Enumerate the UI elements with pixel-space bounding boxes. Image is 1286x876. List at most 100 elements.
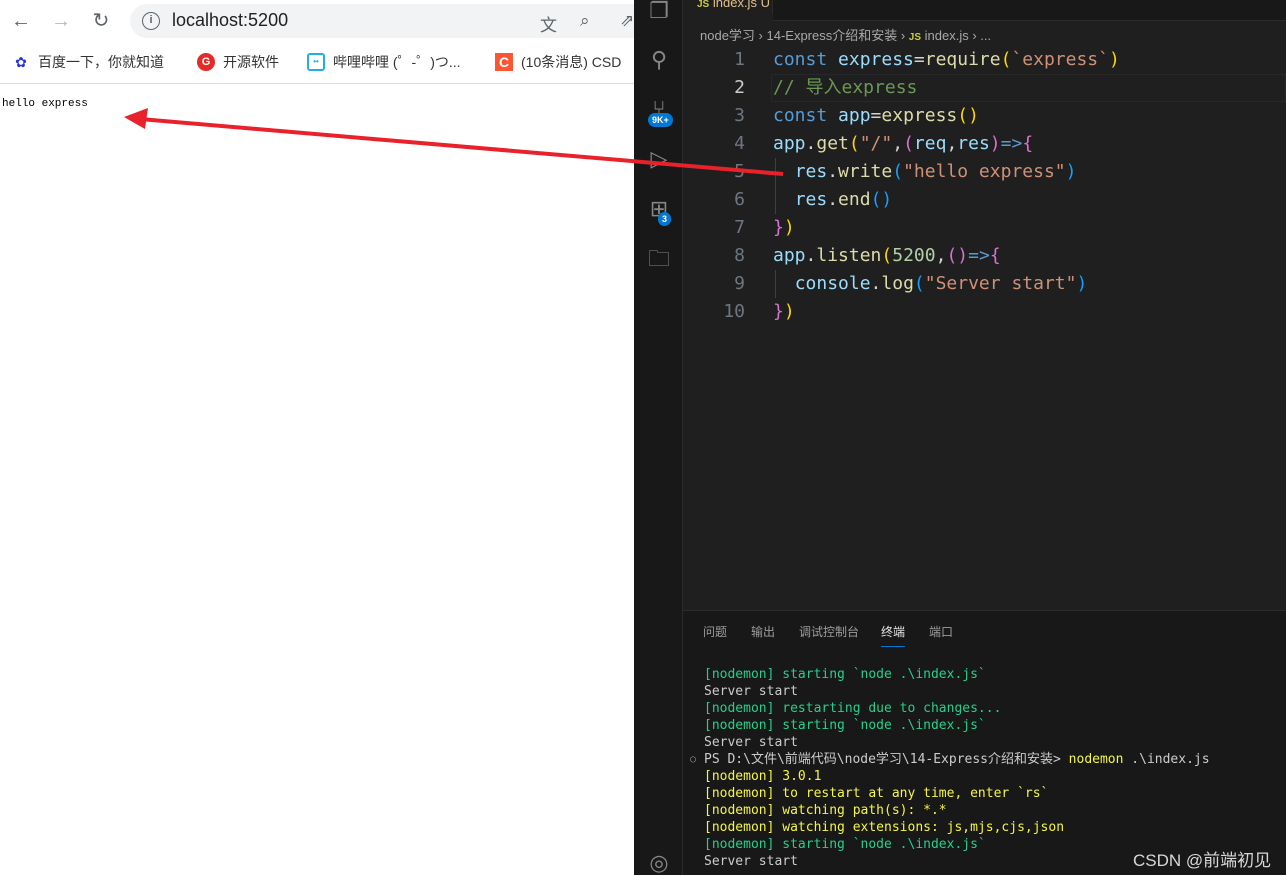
watermark: CSDN @前端初见: [1133, 851, 1272, 870]
code-token: .: [805, 133, 817, 154]
bookmark-oschina[interactable]: G 开源软件: [197, 52, 279, 72]
code-line[interactable]: 9 console.log("Server start"): [683, 270, 1286, 298]
indent-guide: [775, 270, 776, 298]
translate-icon[interactable]: 文: [540, 11, 557, 36]
code-token: (): [946, 245, 969, 266]
line-number: 1: [734, 49, 745, 70]
panel-tab[interactable]: 终端: [881, 623, 906, 647]
code-token: ): [989, 133, 1001, 154]
code-line[interactable]: 3 const app=express(): [683, 102, 1286, 130]
code-token: express: [838, 49, 914, 70]
terminal-output[interactable]: [nodemon] starting `node .\index.js` Serv…: [690, 666, 1210, 870]
vscode-window: ❐ ⚲ ⑂ 9K+ ▷ ⊞ 3 🗀 ◎ JS index.js U node学习…: [634, 0, 1286, 875]
terminal-line: [nodemon] 3.0.1: [704, 768, 1210, 785]
code-line[interactable]: 6 res.end(): [683, 186, 1286, 214]
reload-button[interactable]: ↻: [88, 8, 114, 34]
code-token: end: [838, 189, 871, 210]
terminal-line: [nodemon] watching path(s): *.*: [704, 802, 1210, 819]
terminal-text: [nodemon] watching path(s): *.*: [704, 803, 947, 818]
terminal-line: [nodemon] to restart at any time, enter …: [704, 785, 1210, 802]
code-token: ,: [946, 133, 958, 154]
js-file-icon: JS: [697, 0, 710, 10]
bottom-panel: 问题 输出 调试控制台 终端 端口 [nodemon] starting `node .…: [683, 610, 1286, 875]
code-token: res: [794, 161, 828, 182]
panel-tab[interactable]: 输出: [751, 623, 775, 640]
code-text: console.log("Server start"): [773, 270, 1088, 298]
share-icon[interactable]: ⇗: [620, 11, 634, 31]
code-editor[interactable]: 1 const express=require(`express`) 2 // 导入e…: [683, 46, 1286, 326]
code-token: express: [881, 105, 958, 126]
code-line[interactable]: 8 app.listen(5200,()=>{: [683, 242, 1286, 270]
code-token: "hello express": [903, 161, 1066, 182]
terminal-line: Server start: [704, 683, 1210, 700]
back-button[interactable]: ←: [8, 8, 34, 34]
forward-button[interactable]: →: [48, 8, 74, 34]
oschina-icon: G: [197, 53, 215, 71]
code-line[interactable]: 7}): [683, 214, 1286, 242]
code-token: listen: [816, 245, 882, 266]
code-token: const: [773, 105, 839, 126]
bilibili-icon: ••: [307, 53, 325, 71]
code-line[interactable]: 10}): [683, 298, 1286, 326]
code-token: (: [881, 245, 893, 266]
run-debug-icon[interactable]: ▷: [646, 146, 672, 172]
code-token: ): [783, 217, 795, 238]
code-token: (: [1000, 49, 1012, 70]
terminal-text: [nodemon] to restart at any time, enter …: [704, 786, 1049, 801]
address-bar[interactable]: i localhost:5200 文 ⌕ ⇗: [130, 4, 650, 38]
bookmark-csdn[interactable]: C (10条消息) CSD: [495, 52, 621, 72]
zoom-icon[interactable]: ⌕: [580, 11, 590, 31]
panel-tab[interactable]: 调试控制台: [799, 623, 859, 640]
code-text: const express=require(`express`): [773, 46, 1120, 74]
panel-tab[interactable]: 端口: [929, 623, 953, 640]
code-token: =>: [968, 245, 990, 266]
code-token: =: [913, 49, 925, 70]
source-control-badge: 9K+: [648, 113, 673, 127]
code-token: `express`: [1011, 49, 1109, 70]
site-info-icon[interactable]: i: [142, 12, 160, 30]
terminal-text: Server start: [704, 854, 798, 869]
line-number: 6: [734, 189, 745, 210]
breadcrumb: node学习 › 14-Express介绍和安装 › JS index.js ›…: [700, 28, 992, 43]
code-token: "Server start": [924, 273, 1077, 294]
terminal-text: [nodemon] 3.0.1: [704, 769, 822, 784]
code-line[interactable]: 5 res.write("hello express"): [683, 158, 1286, 186]
code-token: ): [783, 301, 795, 322]
code-token: get: [816, 133, 849, 154]
code-text: const app=express(): [773, 102, 979, 130]
terminal-text: [nodemon] starting `node .\index.js`: [704, 718, 986, 733]
page-body-text: hello express: [2, 98, 88, 110]
search-icon[interactable]: ⚲: [646, 47, 672, 73]
code-token: {: [989, 245, 1001, 266]
account-icon[interactable]: ◎: [646, 850, 672, 876]
panel-tab[interactable]: 问题: [703, 623, 727, 640]
terminal-text: Server start: [704, 735, 798, 750]
code-token: log: [881, 273, 914, 294]
code-text: app.listen(5200,()=>{: [773, 242, 1001, 270]
bookmark-bilibili[interactable]: •• 哔哩哔哩 (゜-゜)つ...: [307, 52, 461, 72]
line-number: 5: [734, 161, 745, 182]
code-token: {: [1022, 133, 1034, 154]
code-token: ): [1108, 49, 1120, 70]
bookmark-baidu[interactable]: ✿ 百度一下，你就知道: [12, 52, 164, 72]
code-line[interactable]: 4 app.get("/",(req,res)=>{: [683, 130, 1286, 158]
line-number: 2: [734, 77, 745, 98]
code-text: }): [773, 298, 795, 326]
code-token: // 导入express: [773, 77, 918, 98]
code-token: app: [773, 245, 806, 266]
code-token: .: [827, 161, 839, 182]
code-token: const: [773, 49, 839, 70]
tab-index-js[interactable]: JS index.js U: [683, 0, 773, 14]
code-token: }: [773, 217, 784, 238]
code-text: res.end(): [773, 186, 893, 214]
folder-icon[interactable]: 🗀: [646, 246, 672, 272]
code-line[interactable]: 2 // 导入express: [683, 74, 1286, 102]
explorer-icon[interactable]: ❐: [646, 0, 672, 24]
browser-window: ← → ↻ i localhost:5200 文 ⌕ ⇗ ✿ 百度一下，你就知道 …: [0, 0, 650, 875]
bookmarks-bar: ✿ 百度一下，你就知道 G 开源软件 •• 哔哩哔哩 (゜-゜)つ... C (10条消…: [0, 44, 634, 78]
code-token: =>: [1000, 133, 1023, 154]
command-status-icon: ○: [690, 754, 697, 765]
code-line[interactable]: 1 const express=require(`express`): [683, 46, 1286, 74]
